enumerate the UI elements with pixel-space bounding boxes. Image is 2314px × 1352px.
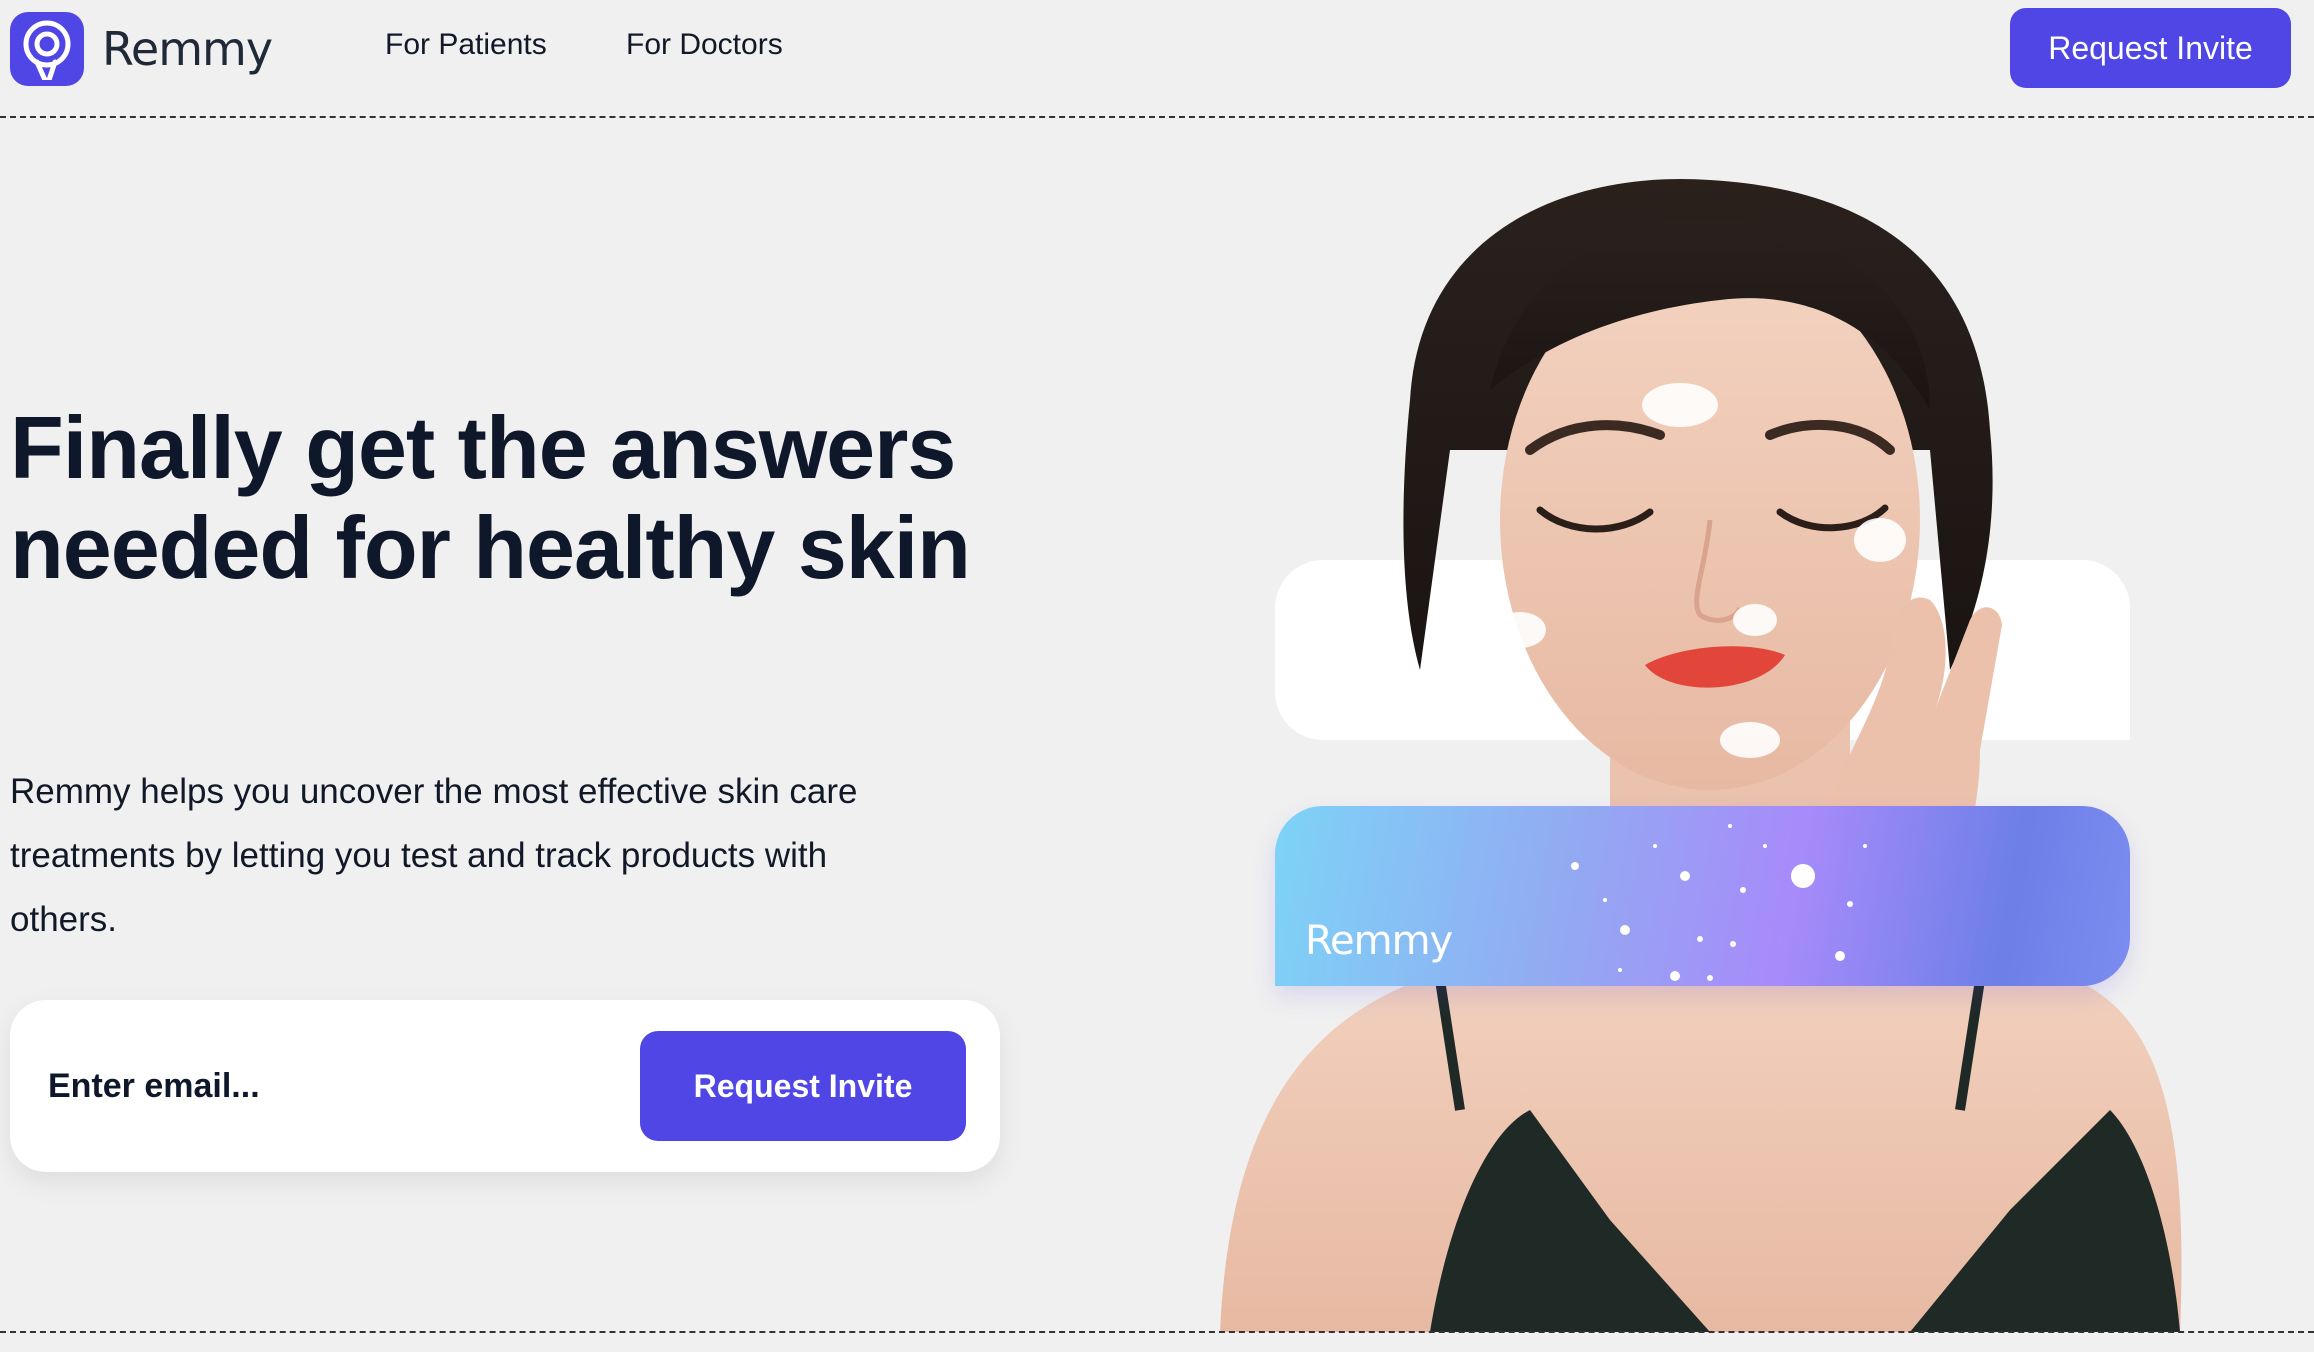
remmy-logo-icon <box>10 12 84 86</box>
hero-request-invite-button[interactable]: Request Invite <box>640 1031 966 1141</box>
hero-title: Finally get the answers needed for healt… <box>10 398 1010 598</box>
header-request-invite-button[interactable]: Request Invite <box>2010 8 2291 88</box>
remmy-logo-glyph <box>23 20 71 80</box>
remmy-gradient-card: Remmy <box>1275 806 2130 986</box>
site-header: Remmy For Patients For Doctors Request I… <box>0 0 2314 118</box>
brand-logo[interactable]: Remmy <box>10 12 273 86</box>
nav-for-patients[interactable]: For Patients <box>385 28 547 62</box>
hero-title-line-2: needed for healthy skin <box>10 498 971 597</box>
hero-visual: Remmy <box>1190 150 2314 1332</box>
brand-name: Remmy <box>102 22 273 76</box>
email-signup-form: Request Invite <box>10 1000 1000 1172</box>
hero-title-line-1: Finally get the answers <box>10 398 956 497</box>
nav-for-doctors[interactable]: For Doctors <box>626 28 783 62</box>
woman-applying-skin-cream-photo <box>1220 178 2182 1332</box>
section-divider <box>0 1331 2314 1333</box>
landing-page: Remmy For Patients For Doctors Request I… <box>0 0 2314 1352</box>
email-input[interactable] <box>48 1036 608 1136</box>
remmy-card-label: Remmy <box>1305 918 1453 964</box>
hero-description: Remmy helps you uncover the most effecti… <box>10 772 858 939</box>
